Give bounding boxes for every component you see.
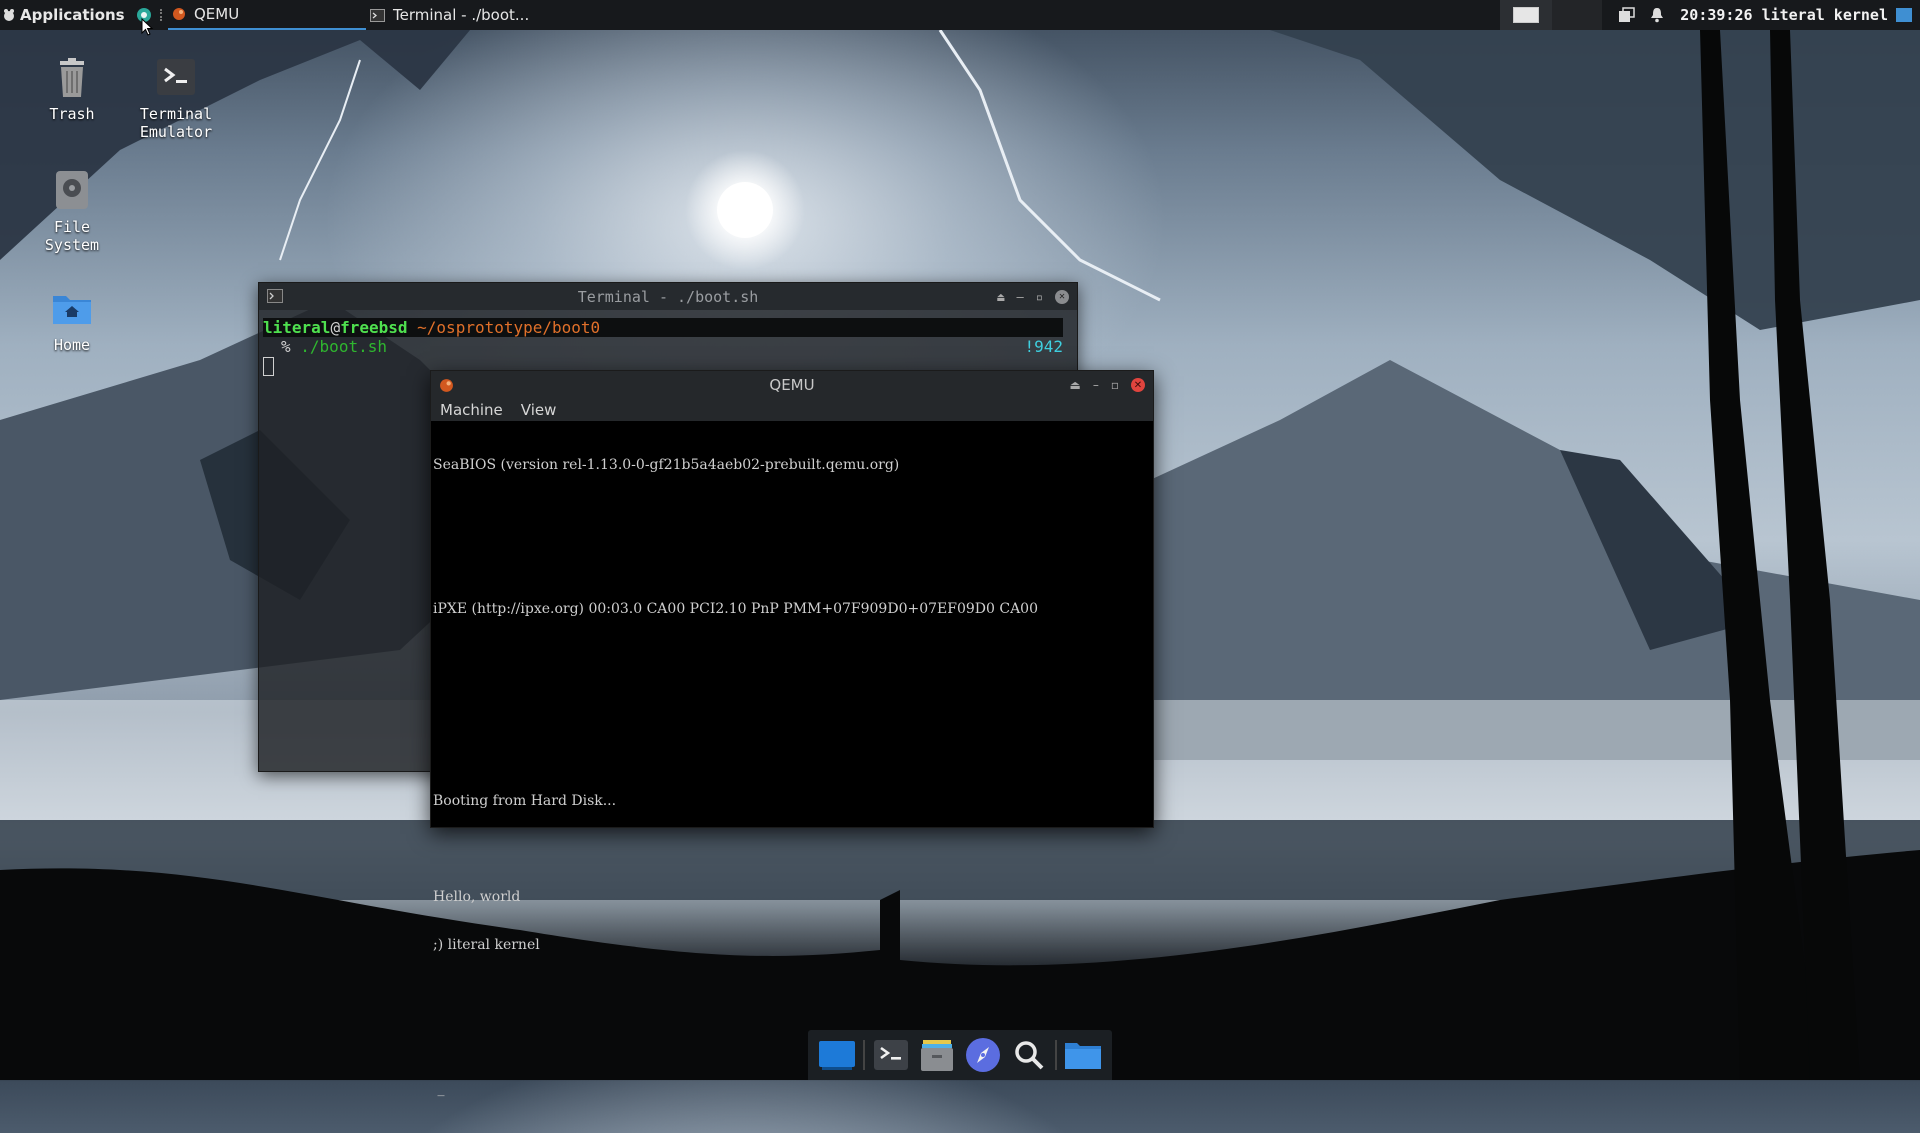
trash-icon: [60, 58, 84, 97]
screen-cursor: _: [433, 1081, 445, 1097]
menu-view[interactable]: View: [521, 401, 557, 419]
qemu-window-controls: ⏏ – ▫ ✕: [1070, 371, 1145, 399]
history-number: !942: [1024, 337, 1063, 356]
screen-line: iPXE (http://ipxe.org) 00:03.0 CA00 PCI2…: [433, 601, 1038, 617]
panel-clock[interactable]: 20:39:26 literal kernel: [1680, 0, 1888, 30]
workspace-preview-icon: [1513, 7, 1539, 23]
dock-item-app-finder[interactable]: [1009, 1035, 1049, 1075]
clock-time: 20:39:26: [1680, 6, 1753, 24]
close-button[interactable]: ✕: [1055, 289, 1069, 304]
qemu-screen[interactable]: SeaBIOS (version rel-1.13.0-0-gf21b5a4ae…: [431, 421, 1153, 1133]
mouse-logo-icon: [4, 9, 14, 21]
minimize-button[interactable]: –: [1017, 290, 1024, 304]
desktop-icon-label: Terminal Emulator: [139, 105, 213, 141]
desktop-icon: [819, 1041, 855, 1070]
maximize-button[interactable]: ▫: [1111, 378, 1119, 392]
web-browser-icon: [966, 1038, 1000, 1072]
terminal-titlebar[interactable]: Terminal - ./boot.sh ⏏ – ▫ ✕: [259, 283, 1077, 310]
terminal-icon: [157, 59, 195, 95]
maximize-button[interactable]: ▫: [1036, 290, 1043, 304]
screen-line: ;) literal kernel: [433, 937, 540, 953]
file-manager-icon: [921, 1040, 953, 1071]
screen-line: Hello, world: [433, 889, 521, 905]
mouse-cursor-icon: [141, 18, 154, 36]
workspace-1[interactable]: [1500, 0, 1552, 30]
app-finder-icon: [1015, 1041, 1044, 1070]
terminal-icon: [370, 8, 385, 22]
qemu-icon: [173, 8, 185, 20]
desktop-icon-label: Home: [53, 336, 91, 354]
minimize-button[interactable]: –: [1093, 378, 1099, 392]
prompt-user: literal: [263, 318, 331, 337]
top-panel: Applications QEMU Terminal - ./boot... 2…: [0, 0, 1920, 30]
notifications-bell-icon[interactable]: [1650, 0, 1664, 30]
terminal-title: Terminal - ./boot.sh: [577, 287, 759, 306]
desktop-icon-label: Trash: [49, 105, 95, 123]
screen-line: SeaBIOS (version rel-1.13.0-0-gf21b5a4ae…: [433, 457, 900, 473]
prompt-symbol: %: [281, 337, 291, 356]
screen-line: ​: [433, 505, 1151, 521]
window-list-icon[interactable]: [1618, 0, 1635, 30]
terminal-prompt-line: literal @ freebsd ~/osprototype/boot0: [263, 318, 1063, 337]
terminal-command: ./boot.sh: [300, 337, 387, 356]
prompt-path: ~/osprototype/boot0: [417, 318, 601, 337]
screen-line: ​: [433, 649, 1151, 665]
desktop-icon-terminal-emulator[interactable]: Terminal Emulator: [121, 55, 231, 141]
screen-line: ​: [433, 553, 1151, 569]
desktop-icon-trash[interactable]: Trash: [17, 55, 127, 123]
desktop-icon-label: File System: [44, 218, 100, 254]
qemu-titlebar[interactable]: QEMU ⏏ – ▫ ✕: [431, 371, 1153, 399]
panel-separator: [160, 9, 165, 21]
eject-icon[interactable]: ⏏: [997, 290, 1004, 304]
dock-separator: [863, 1040, 865, 1070]
task-terminal-label: Terminal - ./boot...: [393, 6, 530, 24]
applications-label: Applications: [20, 6, 125, 24]
screen-line: ​: [433, 697, 1151, 713]
dock-item-folder[interactable]: [1063, 1035, 1103, 1075]
close-button[interactable]: ✕: [1131, 378, 1145, 392]
drive-icon: [56, 171, 88, 209]
menu-machine[interactable]: Machine: [440, 401, 503, 419]
screen-line: ​: [433, 841, 1151, 857]
qemu-icon: [440, 379, 453, 392]
desktop-icon-file-system[interactable]: File System: [17, 168, 127, 254]
desktop-icon-home[interactable]: Home: [17, 286, 127, 354]
home-folder-icon: [53, 296, 91, 324]
terminal-command-line: % ./boot.sh !942: [263, 337, 1063, 356]
screen-line: ​: [433, 985, 1151, 1001]
show-desktop-icon[interactable]: [1896, 0, 1912, 30]
dock-item-web-browser[interactable]: [963, 1035, 1003, 1075]
terminal-cursor: [263, 357, 274, 376]
applications-menu[interactable]: Applications: [2, 0, 125, 30]
qemu-menubar: Machine View: [431, 399, 1153, 421]
dock-item-terminal[interactable]: [871, 1035, 911, 1075]
eject-icon[interactable]: ⏏: [1070, 378, 1081, 392]
qemu-window[interactable]: QEMU ⏏ – ▫ ✕ Machine View SeaBIOS (versi…: [430, 370, 1154, 1097]
qemu-title: QEMU: [769, 376, 815, 394]
terminal-icon: [874, 1040, 908, 1070]
screen-line: Booting from Hard Disk...: [433, 793, 617, 809]
clock-user: literal kernel: [1761, 6, 1888, 24]
prompt-host: freebsd: [340, 318, 408, 337]
terminal-icon: [267, 289, 283, 303]
screen-line: ​: [433, 745, 1151, 761]
prompt-at: @: [330, 318, 341, 337]
task-qemu-label: QEMU: [194, 5, 240, 23]
workspace-2[interactable]: [1552, 0, 1602, 30]
task-terminal[interactable]: Terminal - ./boot...: [368, 0, 570, 30]
terminal-window-controls: ⏏ – ▫ ✕: [997, 283, 1069, 310]
folder-icon: [1065, 1043, 1101, 1069]
dock-item-desktop[interactable]: [817, 1035, 857, 1075]
dock: [808, 1030, 1112, 1080]
dock-separator: [1055, 1040, 1057, 1070]
dock-item-file-manager[interactable]: [917, 1035, 957, 1075]
task-qemu[interactable]: QEMU: [168, 0, 366, 30]
